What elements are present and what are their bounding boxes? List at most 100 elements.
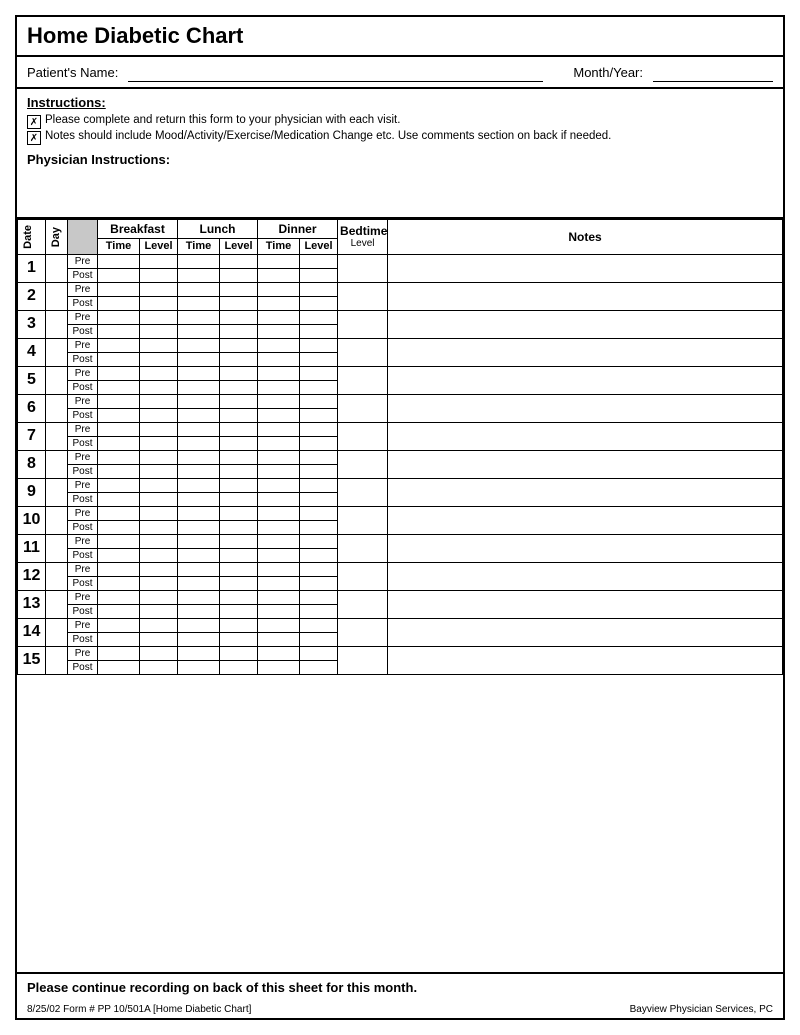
lunch-level-post-input[interactable]	[220, 296, 258, 310]
breakfast-level-post-input[interactable]	[140, 604, 178, 618]
dinner-time-post-input[interactable]	[258, 604, 300, 618]
dinner-time-post-input[interactable]	[258, 352, 300, 366]
breakfast-time-post-input[interactable]	[98, 520, 140, 534]
notes-input[interactable]	[388, 310, 783, 338]
breakfast-level-post-input[interactable]	[140, 352, 178, 366]
lunch-level-input[interactable]	[220, 618, 258, 632]
bedtime-level-input[interactable]	[338, 338, 388, 366]
breakfast-level-input[interactable]	[140, 422, 178, 436]
breakfast-time-input[interactable]	[98, 394, 140, 408]
breakfast-time-post-input[interactable]	[98, 604, 140, 618]
lunch-time-input[interactable]	[178, 282, 220, 296]
lunch-level-post-input[interactable]	[220, 464, 258, 478]
bedtime-level-input[interactable]	[338, 478, 388, 506]
dinner-level-input[interactable]	[300, 366, 338, 380]
lunch-level-post-input[interactable]	[220, 408, 258, 422]
dinner-time-post-input[interactable]	[258, 632, 300, 646]
dinner-time-input[interactable]	[258, 310, 300, 324]
lunch-level-post-input[interactable]	[220, 380, 258, 394]
notes-input[interactable]	[388, 450, 783, 478]
lunch-time-input[interactable]	[178, 310, 220, 324]
notes-input[interactable]	[388, 338, 783, 366]
dinner-time-input[interactable]	[258, 254, 300, 268]
dinner-level-input[interactable]	[300, 618, 338, 632]
breakfast-time-input[interactable]	[98, 310, 140, 324]
day-cell[interactable]	[46, 366, 68, 394]
dinner-time-input[interactable]	[258, 534, 300, 548]
lunch-time-input[interactable]	[178, 590, 220, 604]
notes-input[interactable]	[388, 562, 783, 590]
breakfast-level-input[interactable]	[140, 366, 178, 380]
dinner-level-post-input[interactable]	[300, 408, 338, 422]
dinner-time-post-input[interactable]	[258, 576, 300, 590]
lunch-time-post-input[interactable]	[178, 548, 220, 562]
dinner-level-post-input[interactable]	[300, 324, 338, 338]
lunch-level-post-input[interactable]	[220, 604, 258, 618]
breakfast-time-input[interactable]	[98, 562, 140, 576]
breakfast-time-post-input[interactable]	[98, 632, 140, 646]
lunch-time-post-input[interactable]	[178, 436, 220, 450]
day-cell[interactable]	[46, 310, 68, 338]
day-cell[interactable]	[46, 450, 68, 478]
notes-input[interactable]	[388, 282, 783, 310]
breakfast-time-post-input[interactable]	[98, 352, 140, 366]
dinner-level-input[interactable]	[300, 478, 338, 492]
lunch-time-input[interactable]	[178, 506, 220, 520]
dinner-level-input[interactable]	[300, 422, 338, 436]
breakfast-level-input[interactable]	[140, 590, 178, 604]
dinner-level-post-input[interactable]	[300, 380, 338, 394]
dinner-time-input[interactable]	[258, 338, 300, 352]
dinner-time-post-input[interactable]	[258, 296, 300, 310]
lunch-level-input[interactable]	[220, 450, 258, 464]
breakfast-level-input[interactable]	[140, 338, 178, 352]
dinner-level-input[interactable]	[300, 310, 338, 324]
lunch-time-input[interactable]	[178, 422, 220, 436]
lunch-level-input[interactable]	[220, 310, 258, 324]
bedtime-level-input[interactable]	[338, 646, 388, 674]
dinner-level-input[interactable]	[300, 646, 338, 660]
bedtime-level-input[interactable]	[338, 394, 388, 422]
dinner-level-post-input[interactable]	[300, 520, 338, 534]
dinner-level-input[interactable]	[300, 562, 338, 576]
lunch-time-post-input[interactable]	[178, 352, 220, 366]
day-cell[interactable]	[46, 282, 68, 310]
lunch-time-input[interactable]	[178, 254, 220, 268]
dinner-level-post-input[interactable]	[300, 492, 338, 506]
lunch-time-input[interactable]	[178, 534, 220, 548]
dinner-time-post-input[interactable]	[258, 492, 300, 506]
dinner-time-post-input[interactable]	[258, 408, 300, 422]
dinner-time-input[interactable]	[258, 366, 300, 380]
breakfast-level-input[interactable]	[140, 282, 178, 296]
breakfast-time-post-input[interactable]	[98, 464, 140, 478]
lunch-level-post-input[interactable]	[220, 660, 258, 674]
breakfast-level-post-input[interactable]	[140, 576, 178, 590]
day-cell[interactable]	[46, 394, 68, 422]
dinner-level-post-input[interactable]	[300, 352, 338, 366]
breakfast-level-input[interactable]	[140, 562, 178, 576]
lunch-level-input[interactable]	[220, 506, 258, 520]
notes-input[interactable]	[388, 254, 783, 282]
lunch-level-input[interactable]	[220, 338, 258, 352]
lunch-level-input[interactable]	[220, 254, 258, 268]
lunch-time-post-input[interactable]	[178, 268, 220, 282]
breakfast-time-post-input[interactable]	[98, 296, 140, 310]
bedtime-level-input[interactable]	[338, 450, 388, 478]
breakfast-time-input[interactable]	[98, 254, 140, 268]
notes-input[interactable]	[388, 590, 783, 618]
breakfast-time-post-input[interactable]	[98, 324, 140, 338]
day-cell[interactable]	[46, 646, 68, 674]
dinner-level-input[interactable]	[300, 282, 338, 296]
bedtime-level-input[interactable]	[338, 310, 388, 338]
lunch-level-post-input[interactable]	[220, 436, 258, 450]
lunch-level-input[interactable]	[220, 646, 258, 660]
breakfast-time-post-input[interactable]	[98, 380, 140, 394]
dinner-level-input[interactable]	[300, 506, 338, 520]
lunch-time-post-input[interactable]	[178, 296, 220, 310]
dinner-time-post-input[interactable]	[258, 464, 300, 478]
bedtime-level-input[interactable]	[338, 562, 388, 590]
breakfast-time-post-input[interactable]	[98, 268, 140, 282]
breakfast-level-post-input[interactable]	[140, 296, 178, 310]
lunch-time-post-input[interactable]	[178, 520, 220, 534]
notes-input[interactable]	[388, 366, 783, 394]
breakfast-time-input[interactable]	[98, 590, 140, 604]
